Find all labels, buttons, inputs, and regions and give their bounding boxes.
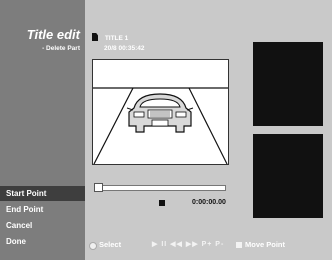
timeline-start-handle[interactable]	[94, 183, 103, 192]
car-road-illustration	[93, 60, 228, 164]
menu-item-done[interactable]: Done	[0, 234, 85, 249]
title-name: TITLE 1	[104, 35, 129, 42]
move-point-label: Move Point	[245, 240, 286, 249]
edit-menu: Start Point End Point Cancel Done	[0, 186, 85, 250]
transport-controls-icon: ▶ II ◀◀ ▶▶ P+ P-	[152, 241, 225, 248]
thumbnail-bottom	[253, 134, 323, 218]
title-datetime: 20/8 00:35:42	[104, 45, 145, 52]
screen-subheading: - Delete Part	[42, 45, 80, 52]
video-preview	[92, 59, 229, 165]
menu-item-cancel[interactable]: Cancel	[0, 218, 85, 233]
move-point-square-icon	[236, 242, 242, 248]
menu-item-end-point[interactable]: End Point	[0, 202, 85, 217]
timecode: 0:00:00.00	[192, 199, 226, 206]
position-marker	[159, 200, 165, 206]
screen-heading: Title edit	[26, 27, 80, 42]
footer-help: Select ▶ II ◀◀ ▶▶ P+ P- Move Point	[85, 238, 332, 252]
select-label: Select	[99, 240, 122, 249]
title-info: TITLE 1	[92, 33, 128, 42]
timeline-track[interactable]	[94, 185, 226, 191]
document-icon	[92, 33, 98, 41]
select-circle-icon	[89, 242, 97, 250]
thumbnail-top	[253, 42, 323, 126]
menu-item-start-point[interactable]: Start Point	[0, 186, 85, 201]
title-edit-screen: Title edit - Delete Part Start Point End…	[0, 0, 332, 260]
